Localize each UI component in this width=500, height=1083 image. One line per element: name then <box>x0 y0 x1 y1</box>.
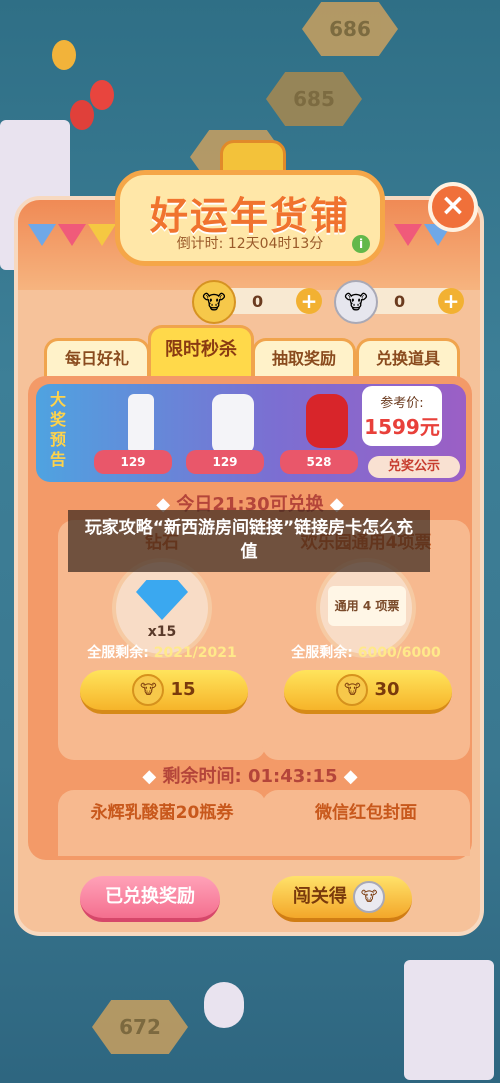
item-quantity: x15 <box>147 624 177 640</box>
card-title: 微信红包封面 <box>315 803 417 823</box>
reference-price-label: 参考价: <box>380 396 424 411</box>
prize-cost: 129 <box>186 450 264 474</box>
title-board: 好运年货铺 倒计时: 12天04时13分 i <box>115 170 385 266</box>
bunny-decoration <box>204 982 244 1028</box>
redeemed-rewards-button[interactable]: 已兑换奖励 <box>80 876 220 922</box>
tab-draw-reward[interactable]: 抽取奖励 <box>252 338 356 378</box>
add-currency-button[interactable]: + <box>438 288 464 314</box>
remaining-time-label: 剩余时间: <box>162 766 242 787</box>
tab-daily-gift[interactable]: 每日好礼 <box>44 338 150 378</box>
balloon-icon <box>90 80 114 110</box>
bunting-flag <box>394 224 422 246</box>
close-button[interactable]: × <box>428 182 478 232</box>
caption-overlay: 玩家攻略“新西游房间链接”链接房卡怎么充值 <box>68 510 430 572</box>
info-icon[interactable]: i <box>352 235 370 253</box>
card-title: 永辉乳酸菌20瓶券 <box>90 803 234 823</box>
server-remaining: 全服剩余: 2021/2021 <box>58 642 266 662</box>
remaining-label: 全服剩余: <box>87 645 149 661</box>
bunting-flag <box>88 224 116 246</box>
cow-coin-icon: 🐮 <box>336 674 369 706</box>
exchange-price: 15 <box>170 679 196 700</box>
exchange-button[interactable]: 🐮 30 <box>284 670 452 714</box>
currency-gold: 🐮 0 + <box>192 280 322 324</box>
cow-coin-gold-icon: 🐮 <box>192 280 236 324</box>
balloon-icon <box>70 100 94 130</box>
countdown-text: 倒计时: 12天04时13分 <box>176 236 324 252</box>
remaining-value: 6000/6000 <box>357 645 441 661</box>
cow-coin-icon: 🐮 <box>132 674 165 706</box>
play-button-label: 闯关得 <box>292 886 347 907</box>
exchange-price: 30 <box>374 679 400 700</box>
ticket-label: 通用 4 项票 <box>328 586 406 626</box>
balloon-icon <box>52 40 76 70</box>
remaining-section-title: ◆ 剩余时间: 01:43:15 ◆ <box>142 766 358 787</box>
page-title: 好运年货铺 <box>149 194 350 238</box>
remaining-label: 全服剩余: <box>291 645 353 661</box>
add-currency-button[interactable]: + <box>296 288 322 314</box>
exchange-card-wechat-cover: 微信红包封面 <box>262 790 470 856</box>
reference-price-value: 1599元 <box>364 415 440 439</box>
bunting-flag <box>28 224 56 246</box>
exchange-button[interactable]: 🐮 15 <box>80 670 248 714</box>
banner-side-label: 大奖预告 <box>49 390 66 469</box>
level-tile-672: 672 <box>92 1000 188 1054</box>
play-level-button[interactable]: 闯关得 🐮 <box>272 876 412 922</box>
prize-cost: 129 <box>94 450 172 474</box>
prize-cost: 528 <box>280 450 358 474</box>
house-decoration <box>404 960 494 1080</box>
server-remaining: 全服剩余: 6000/6000 <box>262 642 470 662</box>
bunting-flag <box>58 224 86 246</box>
remaining-value: 2021/2021 <box>153 645 237 661</box>
currency-silver: 🐮 0 + <box>334 280 464 324</box>
exchange-card-yogurt: 永辉乳酸菌20瓶券 <box>58 790 266 856</box>
cow-coin-silver-icon: 🐮 <box>353 881 386 913</box>
remaining-time-value: 01:43:15 <box>247 766 338 787</box>
currency-value: 0 <box>252 292 264 311</box>
cow-coin-silver-icon: 🐮 <box>334 280 378 324</box>
currency-value: 0 <box>394 292 406 311</box>
tab-flash-sale[interactable]: 限时秒杀 <box>148 325 254 381</box>
level-tile-685: 685 <box>266 72 362 126</box>
level-tile-686: 686 <box>302 2 398 56</box>
reference-price: 参考价: 1599元 <box>362 386 442 446</box>
prize-notice-button[interactable]: 兑奖公示 <box>368 456 460 478</box>
tab-exchange-items[interactable]: 兑换道具 <box>356 338 460 378</box>
